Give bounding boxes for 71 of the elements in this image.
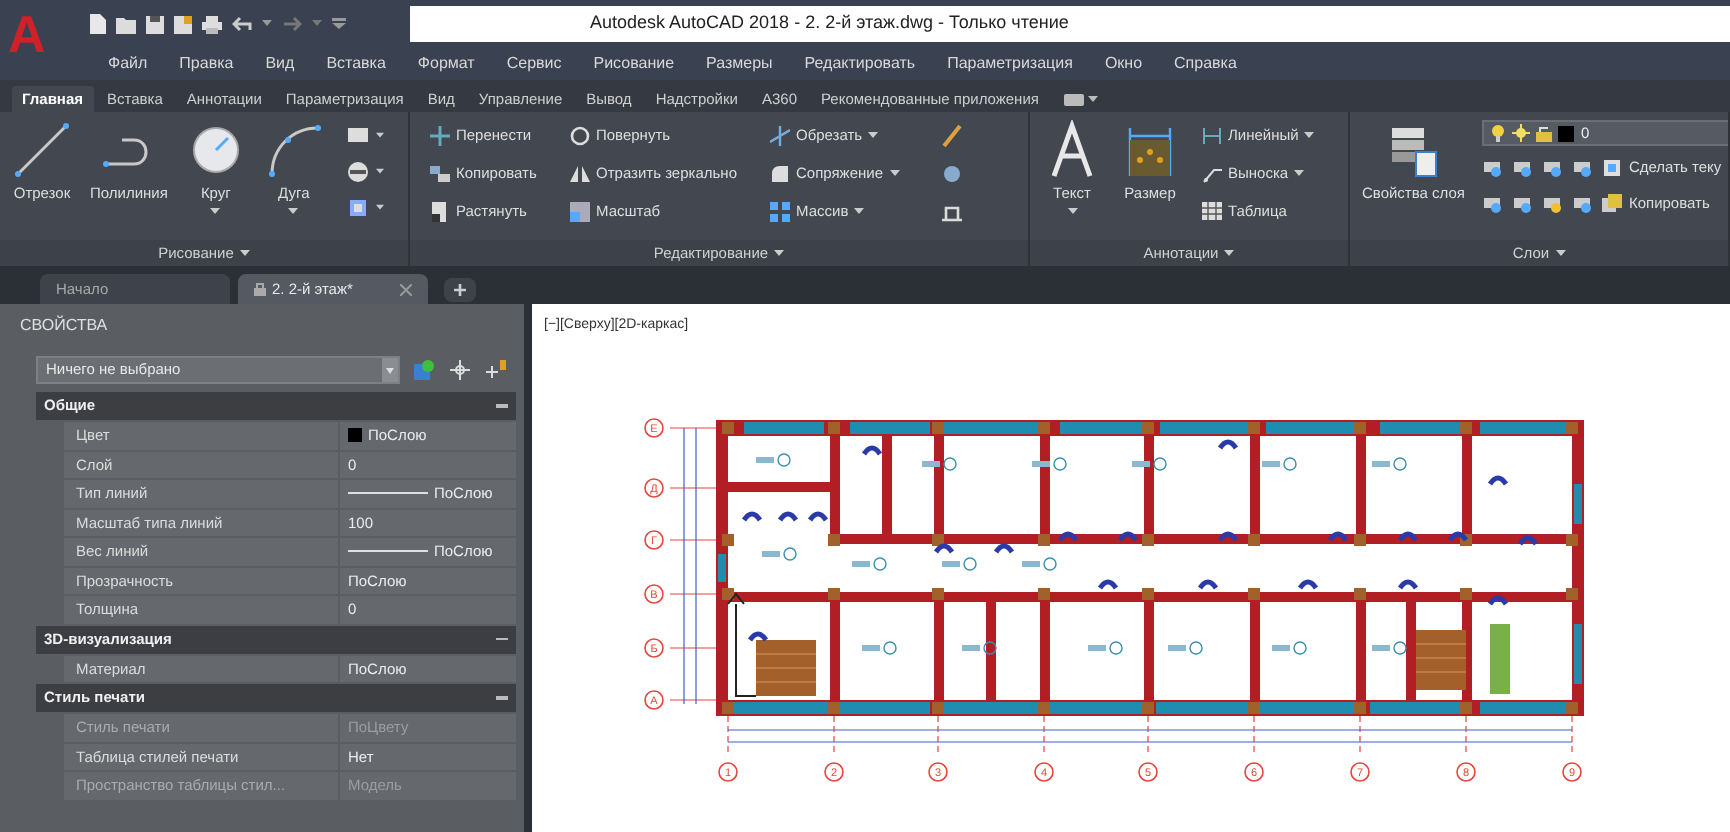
caret-icon	[375, 204, 384, 212]
crosshair-icon[interactable]	[448, 358, 472, 382]
menu-item[interactable]: Окно	[1104, 52, 1143, 76]
table-icon	[1202, 201, 1222, 221]
tool-button[interactable]	[345, 160, 384, 184]
new-file-icon[interactable]	[88, 14, 106, 34]
caret-icon[interactable]	[868, 131, 879, 139]
leader-icon	[1202, 163, 1222, 183]
line-sample	[348, 550, 428, 553]
save-as-icon[interactable]	[174, 15, 192, 33]
customize-icon[interactable]	[332, 18, 346, 30]
caret-icon[interactable]	[1294, 169, 1305, 177]
lightbulb-icon	[1490, 124, 1507, 142]
menu-item[interactable]: Вставка	[326, 52, 386, 76]
print-icon[interactable]	[202, 15, 222, 33]
menu-item[interactable]: Формат	[417, 52, 475, 76]
sun-icon	[1512, 124, 1531, 142]
caret-icon[interactable]	[288, 208, 299, 216]
line-tool-icon	[12, 120, 72, 180]
window-title: Autodesk AutoCAD 2018 - 2. 2-й этаж.dwg - Только чтение	[590, 10, 1069, 37]
trim-icon	[770, 125, 790, 145]
menu-item[interactable]: Сервис	[506, 52, 562, 76]
caret-icon[interactable]	[774, 249, 785, 257]
caret-icon	[375, 132, 384, 140]
quick-select-icon[interactable]	[412, 358, 436, 382]
line-sample	[348, 492, 428, 495]
caret-icon[interactable]	[239, 249, 250, 257]
undo-icon[interactable]	[232, 16, 252, 32]
caret-icon[interactable]	[854, 207, 865, 215]
make-current-icon	[1602, 157, 1623, 177]
brush-icon[interactable]	[940, 123, 964, 147]
copy-icon	[430, 163, 450, 183]
menu-item[interactable]: Размеры	[706, 52, 773, 76]
move-icon	[430, 125, 450, 145]
new-tab-icon[interactable]	[444, 277, 476, 301]
open-folder-icon[interactable]	[116, 15, 136, 33]
linear-dimension-icon	[1202, 125, 1222, 145]
menu-item[interactable]: Редактировать	[804, 52, 916, 76]
rectangle-icon	[345, 124, 370, 148]
pickadd-icon[interactable]	[484, 358, 508, 382]
menu-item[interactable]: Правка	[179, 52, 234, 76]
caret-icon[interactable]	[1304, 131, 1315, 139]
fillet-icon	[770, 163, 790, 183]
scale-icon	[570, 201, 590, 221]
caret-icon[interactable]	[1555, 249, 1566, 257]
caret-icon	[382, 358, 398, 382]
color-swatch-icon	[1558, 125, 1575, 141]
panel-title: СВОЙСТВА	[20, 314, 108, 338]
caret-icon[interactable]	[1224, 249, 1235, 257]
menu-item[interactable]: Файл	[108, 52, 148, 76]
boundary-icon	[345, 196, 370, 220]
caret-icon[interactable]	[1088, 95, 1099, 103]
caret-icon[interactable]	[1067, 208, 1077, 216]
array-icon	[770, 201, 790, 221]
menu-item[interactable]: Вид	[265, 52, 295, 76]
menu-item[interactable]: Рисование	[593, 52, 675, 76]
stretch-icon	[430, 201, 450, 221]
save-icon[interactable]	[146, 15, 164, 33]
caret-icon	[375, 168, 384, 176]
padlock-icon	[1536, 124, 1553, 142]
menu-item[interactable]: Справка	[1174, 52, 1237, 76]
menu-item[interactable]: Параметризация	[947, 52, 1073, 76]
caret-icon[interactable]	[889, 169, 899, 177]
arc-tool-icon	[263, 120, 324, 180]
mirror-icon	[570, 163, 590, 183]
rotate-icon	[570, 125, 590, 145]
tool-button[interactable]	[345, 196, 384, 220]
tool-button[interactable]	[345, 124, 384, 148]
caret-icon[interactable]	[210, 208, 221, 216]
caret-icon[interactable]	[262, 20, 272, 28]
copy-layer-icon	[1602, 193, 1623, 213]
